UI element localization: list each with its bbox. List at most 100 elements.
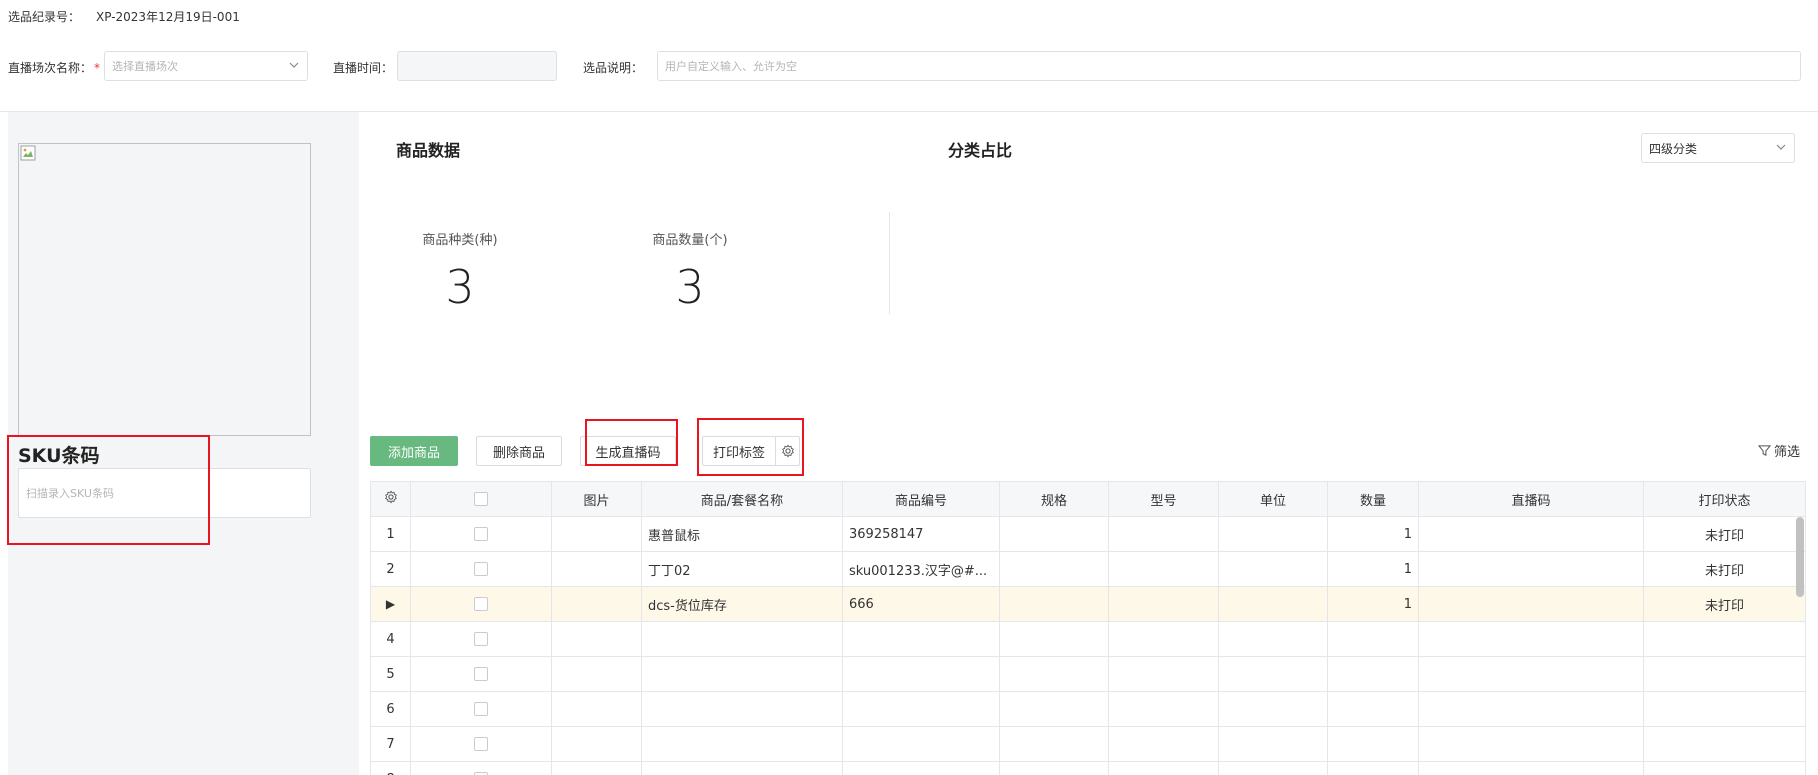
checkbox-icon — [474, 527, 488, 541]
row-spec — [999, 586, 1109, 622]
row-live-code — [1418, 726, 1644, 762]
checkbox-icon — [474, 737, 488, 751]
row-print-status — [1643, 656, 1806, 692]
row-image — [551, 656, 642, 692]
row-qty — [1327, 656, 1419, 692]
description-input[interactable]: 用户自定义输入、允许为空 — [657, 51, 1801, 81]
header-unit[interactable]: 单位 — [1218, 481, 1328, 517]
row-live-code — [1418, 551, 1644, 587]
row-spec — [999, 726, 1109, 762]
row-code — [842, 691, 1000, 727]
row-name — [641, 656, 843, 692]
row-checkbox[interactable] — [410, 656, 552, 692]
header-spec[interactable]: 规格 — [999, 481, 1109, 517]
session-select[interactable]: 选择直播场次 — [104, 51, 308, 81]
row-spec — [999, 656, 1109, 692]
row-image — [551, 691, 642, 727]
column-settings-button[interactable] — [370, 481, 411, 517]
category-level-select[interactable]: 四级分类 — [1641, 133, 1795, 163]
row-model — [1108, 656, 1219, 692]
row-print-status — [1643, 726, 1806, 762]
table-row[interactable]: 6 — [370, 691, 1806, 727]
kinds-label: 商品种类(种) — [422, 233, 498, 248]
header-print-status[interactable]: 打印状态 — [1643, 481, 1806, 517]
header-name[interactable]: 商品/套餐名称 — [641, 481, 843, 517]
row-checkbox[interactable] — [410, 726, 552, 762]
row-checkbox[interactable] — [410, 691, 552, 727]
qty-value: 3 — [675, 260, 705, 314]
row-name — [641, 726, 843, 762]
row-unit — [1218, 691, 1328, 727]
table-row[interactable]: 4 — [370, 621, 1806, 657]
row-number: 8 — [370, 761, 411, 775]
row-qty: 1 — [1327, 551, 1419, 587]
table-row[interactable]: 8 — [370, 761, 1806, 775]
record-number-value: XP-2023年12月19日-001 — [96, 10, 240, 24]
table-row[interactable]: 7 — [370, 726, 1806, 762]
row-print-status — [1643, 761, 1806, 775]
delete-product-button[interactable]: 删除商品 — [476, 436, 562, 466]
table-header-row: 图片 商品/套餐名称 商品编号 规格 型号 单位 数量 直播码 打印状态 — [370, 481, 1806, 517]
row-checkbox[interactable] — [410, 761, 552, 775]
row-live-code — [1418, 656, 1644, 692]
product-image — [18, 143, 311, 436]
row-checkbox[interactable] — [410, 621, 552, 657]
header-image[interactable]: 图片 — [551, 481, 642, 517]
row-model — [1108, 726, 1219, 762]
header-qty[interactable]: 数量 — [1327, 481, 1419, 517]
highlight-sku-box — [7, 435, 210, 545]
highlight-print-label-box — [697, 418, 804, 476]
row-live-code — [1418, 621, 1644, 657]
row-code: 369258147 — [842, 516, 1000, 552]
qty-label: 商品数量(个) — [652, 233, 728, 248]
row-name — [641, 621, 843, 657]
row-name — [641, 691, 843, 727]
table-row[interactable]: 1 惠普鼠标 369258147 1 未打印 — [370, 516, 1806, 552]
category-ratio-title: 分类占比 — [948, 141, 1013, 160]
row-print-status: 未打印 — [1643, 586, 1806, 622]
row-checkbox[interactable] — [410, 516, 552, 552]
table-scrollbar[interactable] — [1796, 517, 1804, 597]
row-live-code — [1418, 761, 1644, 775]
checkbox-icon — [474, 562, 488, 576]
broken-image-icon — [20, 145, 36, 161]
row-number: ▶ — [370, 586, 411, 622]
header-live-code[interactable]: 直播码 — [1418, 481, 1644, 517]
row-checkbox[interactable] — [410, 586, 552, 622]
row-print-status: 未打印 — [1643, 551, 1806, 587]
row-name — [641, 761, 843, 775]
session-label: 直播场次名称： * — [8, 61, 101, 75]
row-name: 惠普鼠标 — [641, 516, 843, 552]
filter-button[interactable]: 筛选 — [1758, 441, 1800, 460]
select-all-checkbox[interactable] — [410, 481, 552, 517]
row-unit — [1218, 586, 1328, 622]
row-model — [1108, 516, 1219, 552]
live-time-field[interactable] — [397, 51, 557, 81]
row-number: 5 — [370, 656, 411, 692]
row-print-status — [1643, 621, 1806, 657]
row-code — [842, 761, 1000, 775]
row-unit — [1218, 726, 1328, 762]
row-image — [551, 621, 642, 657]
row-checkbox[interactable] — [410, 551, 552, 587]
row-number: 1 — [370, 516, 411, 552]
row-qty — [1327, 726, 1419, 762]
header-code[interactable]: 商品编号 — [842, 481, 1000, 517]
kinds-value: 3 — [445, 260, 475, 314]
row-image — [551, 761, 642, 775]
header-model[interactable]: 型号 — [1108, 481, 1219, 517]
row-qty: 1 — [1327, 516, 1419, 552]
row-live-code — [1418, 691, 1644, 727]
table-row[interactable]: 2 丁丁02 sku001233.汉字@#... 1 未打印 — [370, 551, 1806, 587]
row-spec — [999, 761, 1109, 775]
required-mark: * — [94, 61, 101, 75]
table-row[interactable]: ▶ dcs-货位库存 666 1 未打印 — [370, 586, 1806, 622]
product-data-title: 商品数据 — [396, 141, 461, 160]
row-live-code — [1418, 516, 1644, 552]
table-row[interactable]: 5 — [370, 656, 1806, 692]
add-product-button[interactable]: 添加商品 — [370, 436, 458, 466]
gear-icon — [384, 490, 397, 504]
checkbox-icon — [474, 667, 488, 681]
row-model — [1108, 761, 1219, 775]
row-number: 6 — [370, 691, 411, 727]
